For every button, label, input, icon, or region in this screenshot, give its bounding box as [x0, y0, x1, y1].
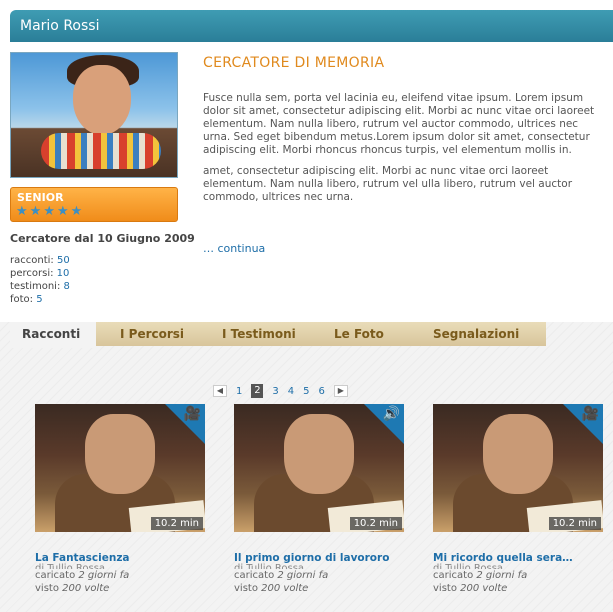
profile-name-header: Mario Rossi: [10, 10, 613, 42]
page-link[interactable]: 4: [288, 386, 294, 397]
media-duration: 10.2 min: [548, 517, 601, 530]
story-paragraph: amet, consectetur adipiscing elit. Morbi…: [203, 165, 573, 203]
page-link[interactable]: 3: [272, 386, 278, 397]
page-link[interactable]: 1: [236, 386, 242, 397]
star-icon: ★: [29, 204, 42, 219]
stat-value-link[interactable]: 5: [36, 294, 42, 305]
next-page-button[interactable]: ▶: [333, 385, 348, 397]
media-duration: 10.2 min: [349, 517, 402, 530]
media-meta: caricato 2 giorni fa visto 200 volte: [35, 570, 130, 594]
profile-stats: racconti: 50 percorsi: 10 testimoni: 8 f…: [10, 254, 70, 306]
continue-link[interactable]: … continua: [203, 242, 265, 255]
video-camera-icon: 🎥: [581, 406, 599, 422]
tab-testimoni[interactable]: I Testimoni: [210, 322, 296, 346]
level-badge: SENIOR ★ ★ ★ ★ ★: [10, 187, 178, 222]
story-paragraph: Fusce nulla sem, porta vel lacinia eu, e…: [203, 92, 595, 156]
audio-speaker-icon: 🔊: [382, 406, 400, 422]
stat-value-link[interactable]: 8: [64, 281, 70, 292]
tab-racconti[interactable]: Racconti: [10, 322, 96, 348]
tab-foto[interactable]: Le Foto: [322, 322, 384, 346]
stat-percorsi: percorsi: 10: [10, 268, 70, 279]
stat-testimoni: testimoni: 8: [10, 281, 70, 292]
story-title: CERCATORE DI MEMORIA: [203, 55, 385, 71]
media-thumbnail[interactable]: 🎥 10.2 min: [35, 404, 205, 532]
media-meta: caricato 2 giorni fa visto 200 volte: [234, 570, 329, 594]
stat-racconti: racconti: 50: [10, 255, 70, 266]
level-label: SENIOR: [17, 191, 64, 204]
video-camera-icon: 🎥: [183, 406, 201, 422]
pagination: ◀ 1 2 3 4 5 6 ▶: [213, 384, 348, 398]
stat-foto: foto: 5: [10, 294, 43, 305]
stat-value-link[interactable]: 50: [57, 255, 70, 266]
star-icon: ★: [16, 204, 28, 219]
member-since: Cercatore dal 10 Giugno 2009: [10, 232, 195, 245]
page-current[interactable]: 2: [251, 384, 264, 398]
profile-photo: [10, 52, 178, 178]
star-icon: ★: [43, 204, 55, 219]
media-card[interactable]: 🎥 10.2 min: [35, 404, 205, 534]
media-card[interactable]: 🎥 10.2 min: [433, 404, 603, 534]
media-meta: caricato 2 giorni fa visto 200 volte: [433, 570, 528, 594]
media-thumbnail[interactable]: 🎥 10.2 min: [433, 404, 603, 532]
story-text: Fusce nulla sem, porta vel lacinia eu, e…: [203, 92, 603, 212]
media-card[interactable]: 🔊 10.2 min: [234, 404, 404, 534]
prev-page-button[interactable]: ◀: [213, 385, 227, 397]
star-icon: ★: [56, 204, 69, 219]
media-thumbnail[interactable]: 🔊 10.2 min: [234, 404, 404, 532]
tab-segnalazioni[interactable]: Segnalazioni: [421, 322, 519, 346]
tab-percorsi[interactable]: I Percorsi: [108, 322, 184, 346]
rating-stars: ★ ★ ★ ★ ★: [16, 205, 82, 219]
page-link[interactable]: 5: [303, 386, 309, 397]
media-duration: 10.2 min: [150, 517, 203, 530]
page-link[interactable]: 6: [319, 386, 325, 397]
stat-value-link[interactable]: 10: [57, 268, 70, 279]
star-icon: ★: [70, 204, 83, 219]
